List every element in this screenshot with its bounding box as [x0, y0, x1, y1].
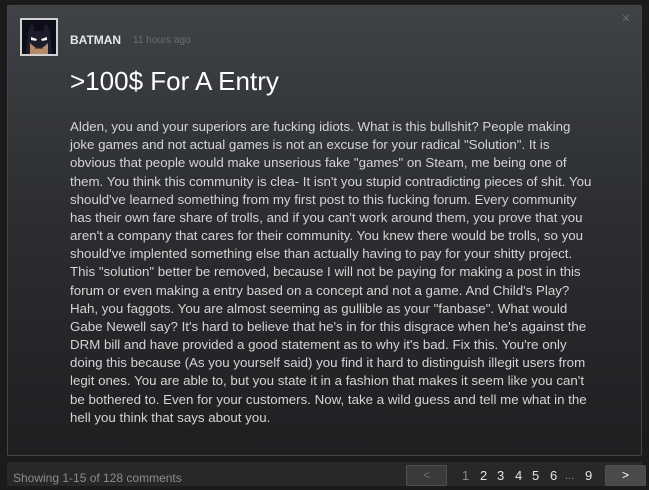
page-summary: Showing 1-15 of 128 comments: [13, 471, 182, 485]
page-link-6[interactable]: 6: [550, 468, 557, 483]
comment-timestamp: 11 hours ago: [133, 35, 191, 46]
comment-body-line: DRM bill and have provided a good statem…: [70, 337, 567, 353]
prev-page-button[interactable]: <: [406, 465, 447, 486]
comment-card: ✕ BATMAN 11 hours ago >100$ For A Entry …: [7, 5, 642, 456]
close-icon[interactable]: ✕: [620, 13, 632, 25]
comment-body-line: hell you think that says about you.: [70, 409, 271, 425]
comment-body-line: forum or even making a entry based on a …: [70, 282, 570, 298]
page-link-4[interactable]: 4: [515, 468, 522, 483]
comment-body-line: Hah, you faggots. You are almost seeming…: [70, 300, 568, 316]
comment-body-line: Gabe Newell say? It's hard to believe th…: [70, 318, 587, 334]
page-link-1: 1: [462, 468, 470, 483]
comment-body-line: This "solution" better be removed, becau…: [70, 264, 581, 280]
comment-body-line: aren't a company that cares for their co…: [70, 228, 584, 244]
page-ellipsis: ...: [565, 470, 575, 482]
comment-body-line: has their own fare share of trolls, and …: [70, 209, 583, 225]
comment-body-line: Alden, you and your superiors are fuckin…: [70, 119, 571, 135]
comment-body-line: be bothered to. Even for your customers.…: [70, 391, 587, 407]
comment-body-line: should've implented something else than …: [70, 246, 573, 262]
comment-body-line: joke games and not actual games is not a…: [70, 137, 550, 153]
comment-body: Alden, you and your superiors are fuckin…: [70, 100, 632, 427]
batman-avatar-icon: [22, 20, 56, 54]
comment-body-line: them. You think this community is clea- …: [70, 173, 592, 189]
comment-body-line: should've learned something from my firs…: [70, 191, 577, 207]
page-link-2[interactable]: 2: [480, 468, 487, 483]
author-name[interactable]: BATMAN: [70, 33, 121, 47]
page-link-5[interactable]: 5: [532, 468, 539, 483]
page-link-9[interactable]: 9: [585, 468, 592, 483]
avatar[interactable]: [20, 18, 58, 56]
comment-title: >100$ For A Entry: [70, 66, 279, 96]
next-page-button[interactable]: >: [605, 465, 646, 486]
comment-body-line: legit ones. You are able to, but you sta…: [70, 373, 585, 389]
page-link-3[interactable]: 3: [497, 468, 504, 483]
comment-body-line: doing this because (As you yourself said…: [70, 355, 586, 371]
comment-body-line: obvious that people would make unserious…: [70, 155, 567, 171]
pagination-bar: Showing 1-15 of 128 comments < 1 2 3 4 5…: [7, 462, 646, 486]
